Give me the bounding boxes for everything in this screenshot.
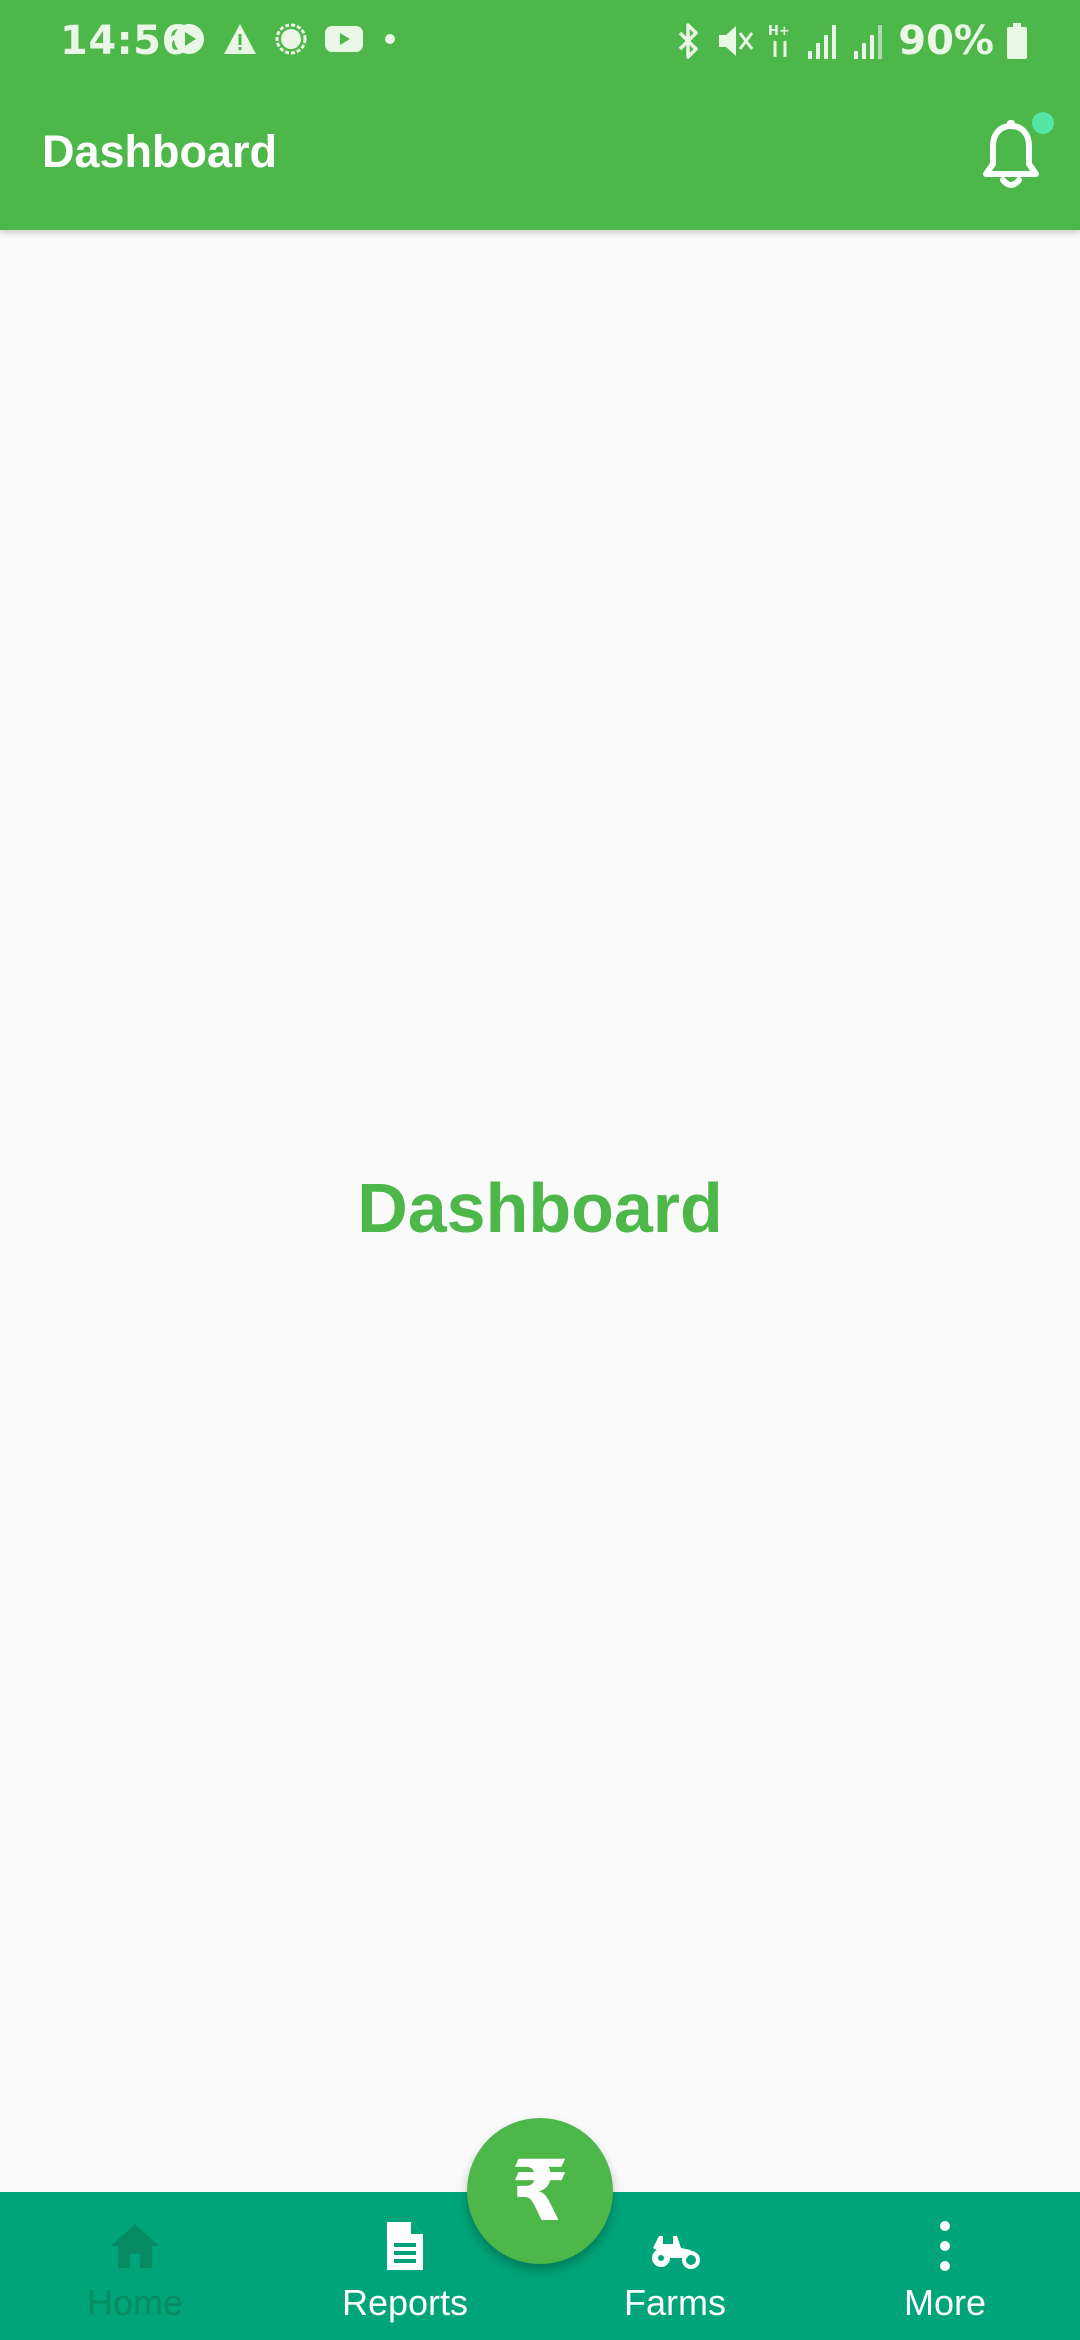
warning-icon	[224, 24, 256, 54]
signal-app-icon	[275, 23, 307, 55]
nav-label-more: More	[903, 2282, 987, 2323]
top-area: 14:56 H+ 90% Dashboard	[0, 0, 1080, 230]
bluetooth-icon	[679, 23, 698, 59]
main-content: Dashboard	[0, 230, 1080, 2192]
youtube-icon	[325, 26, 363, 52]
rupee-fab-button[interactable]: ₹	[467, 2118, 613, 2264]
nav-label-home: Home	[86, 2282, 184, 2323]
main-heading: Dashboard	[357, 1169, 723, 1247]
data-hplus-icon: H+	[768, 24, 790, 57]
nav-label-farms: Farms	[624, 2282, 726, 2323]
play-store-icon	[174, 24, 204, 54]
status-left-icons	[172, 22, 400, 56]
page-title: Dashboard	[42, 126, 278, 177]
svg-text:H+: H+	[768, 24, 790, 39]
nav-label-reports: Reports	[341, 2282, 469, 2323]
more-vertical-icon	[940, 2221, 950, 2271]
notification-dot	[1032, 112, 1054, 134]
rupee-icon: ₹	[510, 2142, 570, 2240]
nav-item-more[interactable]: More	[845, 2192, 1045, 2340]
signal-bars-2-icon	[854, 25, 883, 59]
bell-icon	[983, 120, 1039, 188]
app-bar: Dashboard	[0, 84, 1080, 230]
nav-item-home[interactable]: Home	[35, 2192, 235, 2340]
tractor-icon	[652, 2236, 700, 2269]
battery-icon	[1007, 23, 1027, 59]
home-icon	[111, 2224, 159, 2268]
screen: 14:56 H+ 90% Dashboard Dashboard Home Re…	[0, 0, 1080, 2340]
signal-bars-icon	[808, 25, 837, 59]
battery-percent: 90%	[898, 18, 994, 64]
status-right-icons: H+ 90%	[674, 18, 1028, 64]
status-bar: 14:56 H+ 90%	[0, 0, 1080, 84]
status-time: 14:56	[60, 18, 190, 64]
mute-icon	[719, 26, 754, 56]
document-icon	[387, 2222, 423, 2270]
dot-icon	[385, 34, 395, 44]
